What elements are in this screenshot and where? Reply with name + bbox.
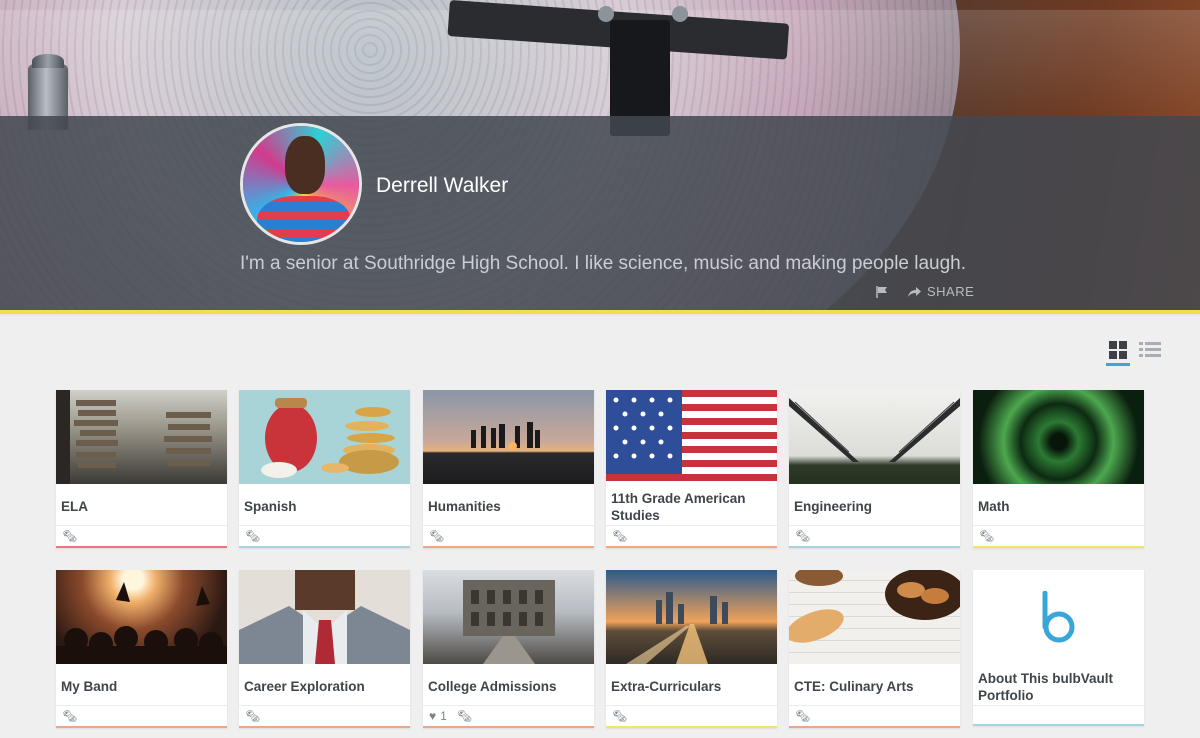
- notes-icon: 🗞: [245, 709, 261, 723]
- card-thumbnail: [789, 390, 960, 484]
- card-stripe: [56, 726, 227, 728]
- flag-button[interactable]: [876, 285, 889, 298]
- grid-icon: [1109, 341, 1127, 359]
- card-thumbnail: [56, 390, 227, 484]
- card-thumbnail: [423, 390, 594, 484]
- card-thumbnail: [789, 570, 960, 664]
- card-title: Spanish: [244, 499, 297, 514]
- notes-icon: 🗞: [979, 529, 995, 543]
- card-stripe: [606, 726, 777, 728]
- card-title: Math: [978, 499, 1010, 514]
- notes-icon: 🗞: [245, 529, 261, 543]
- card-stripe: [789, 726, 960, 728]
- card-extra-curriculars[interactable]: Extra-Curriculars 🗞: [606, 570, 777, 728]
- card-thumbnail: [973, 390, 1144, 484]
- card-title: About This bulbVault Portfolio: [978, 670, 1113, 703]
- card-stripe: [56, 546, 227, 548]
- profile-name: Derrell Walker: [376, 174, 509, 197]
- card-title: Extra-Curriculars: [611, 679, 722, 694]
- card-american-studies[interactable]: 11th Grade American Studies 🗞: [606, 390, 777, 548]
- notes-icon: 🗞: [612, 529, 628, 543]
- card-stripe: [423, 726, 594, 728]
- card-thumbnail: [56, 570, 227, 664]
- card-thumbnail: [423, 570, 594, 664]
- card-title: Career Exploration: [244, 679, 365, 694]
- notes-icon: 🗞: [429, 529, 445, 543]
- card-stripe: [239, 726, 410, 728]
- list-icon: [1139, 342, 1161, 357]
- bulbvault-logo-icon: [1042, 591, 1074, 643]
- card-thumbnail: [606, 390, 777, 484]
- notes-icon: 🗞: [62, 529, 78, 543]
- card-thumbnail: [973, 570, 1144, 664]
- card-career-exploration[interactable]: Career Exploration 🗞: [239, 570, 410, 728]
- like-count: 1: [440, 709, 447, 723]
- notes-icon: 🗞: [62, 709, 78, 723]
- share-button[interactable]: SHARE: [907, 284, 974, 299]
- grid-view-button[interactable]: [1106, 340, 1130, 366]
- card-stripe: [239, 546, 410, 548]
- card-thumbnail: [606, 570, 777, 664]
- card-engineering[interactable]: Engineering 🗞: [789, 390, 960, 548]
- heart-icon[interactable]: ♥: [429, 709, 436, 723]
- profile-bio: I'm a senior at Southridge High School. …: [240, 253, 967, 274]
- card-title: 11th Grade American Studies: [611, 490, 746, 523]
- card-stripe: [789, 546, 960, 548]
- list-view-button[interactable]: [1138, 340, 1162, 366]
- card-thumbnail: [239, 390, 410, 484]
- card-about-portfolio[interactable]: About This bulbVault Portfolio: [973, 570, 1144, 726]
- avatar: [240, 123, 362, 245]
- card-stripe: [423, 546, 594, 548]
- card-college-admissions[interactable]: College Admissions ♥ 1 🗞: [423, 570, 594, 728]
- card-title: My Band: [61, 679, 118, 694]
- notes-icon: 🗞: [456, 709, 473, 723]
- share-label: SHARE: [927, 284, 975, 299]
- card-spanish[interactable]: Spanish 🗞: [239, 390, 410, 548]
- card-stripe: [973, 724, 1144, 726]
- card-stripe: [606, 546, 777, 548]
- card-thumbnail: [239, 570, 410, 664]
- card-title: Humanities: [428, 499, 501, 514]
- notes-icon: 🗞: [795, 529, 811, 543]
- card-title: CTE: Culinary Arts: [794, 679, 914, 694]
- card-title: Engineering: [794, 499, 873, 514]
- notes-icon: 🗞: [795, 709, 811, 723]
- card-title: ELA: [61, 499, 88, 514]
- view-toggle: [1106, 340, 1162, 366]
- card-culinary-arts[interactable]: CTE: Culinary Arts 🗞: [789, 570, 960, 728]
- card-ela[interactable]: ELA 🗞: [56, 390, 227, 548]
- notes-icon: 🗞: [612, 709, 628, 723]
- card-humanities[interactable]: Humanities 🗞: [423, 390, 594, 548]
- card-my-band[interactable]: My Band 🗞: [56, 570, 227, 728]
- flag-icon: [876, 285, 887, 298]
- card-math[interactable]: Math 🗞: [973, 390, 1144, 548]
- card-stripe: [973, 546, 1144, 548]
- share-icon: [908, 286, 921, 297]
- profile-overlay: [0, 116, 1200, 310]
- card-title: College Admissions: [428, 679, 557, 694]
